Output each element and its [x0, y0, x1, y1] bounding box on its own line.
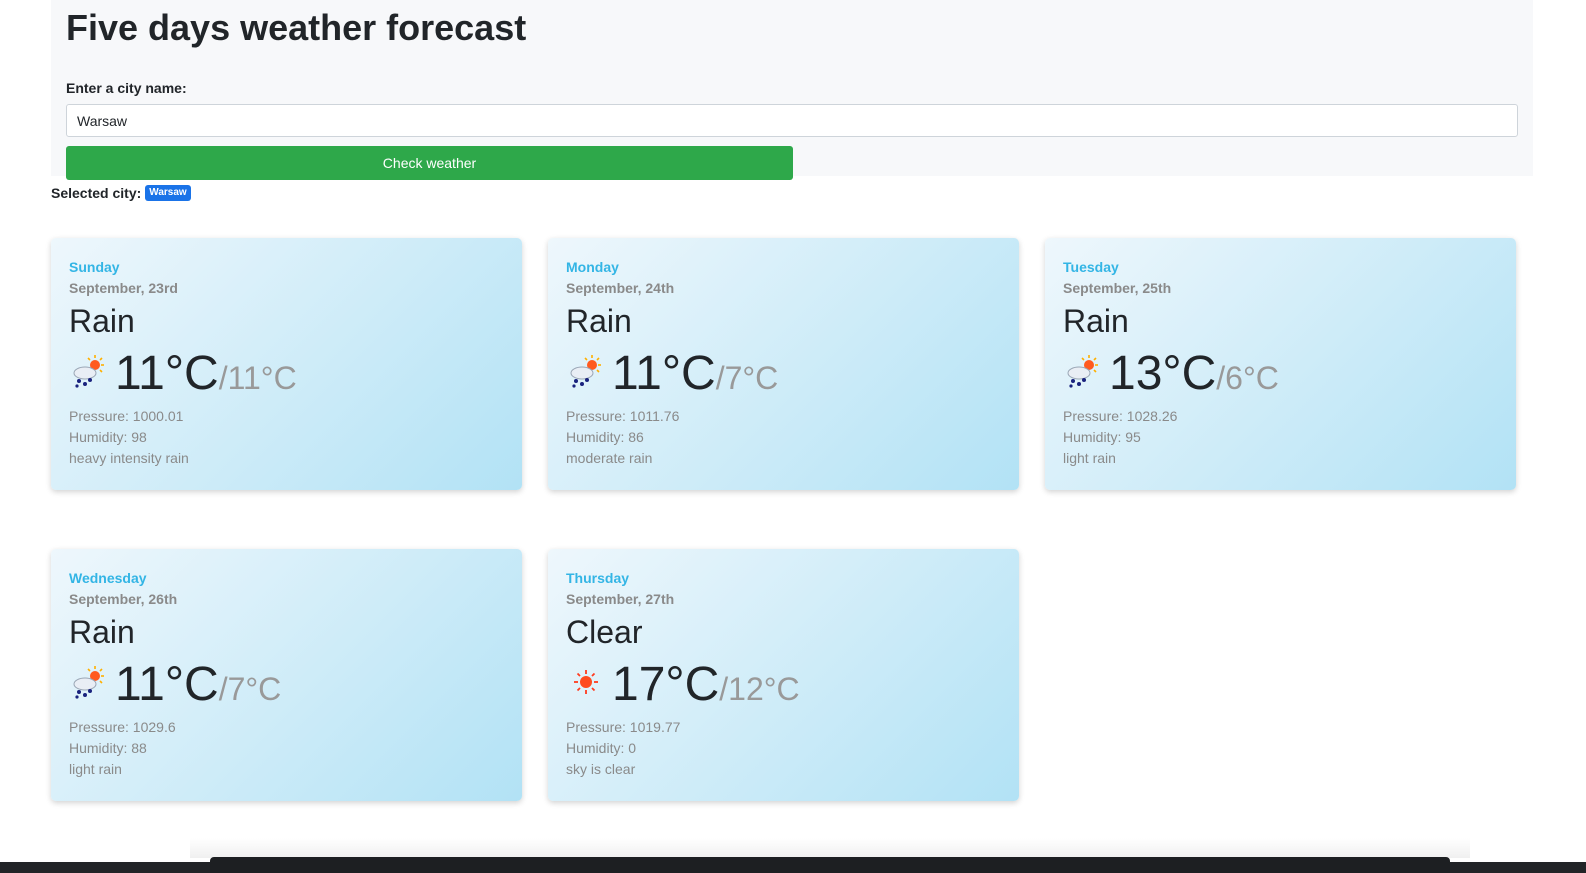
description-text: light rain	[1063, 450, 1116, 466]
selected-city-row: Selected city: Warsaw	[51, 185, 1533, 201]
forecast-date: September, 27th	[566, 591, 675, 607]
forecast-details: Pressure: 1019.77 Humidity: 0 sky is cle…	[566, 717, 1001, 780]
temp-max: 11°C	[612, 347, 716, 400]
forecast-condition: Rain	[566, 303, 632, 339]
description-text: light rain	[69, 761, 122, 777]
forecast-day: Monday	[566, 259, 619, 275]
dock-shadow	[190, 838, 1470, 858]
selected-city-badge: Warsaw	[145, 185, 191, 201]
forecast-condition: Rain	[69, 303, 135, 339]
temp-min: /7°C	[715, 360, 779, 396]
forecast-details: Pressure: 1011.76 Humidity: 86 moderate …	[566, 406, 1001, 469]
temperature-row: 11°C /7°C	[566, 347, 1001, 399]
search-panel: Five days weather forecast Enter a city …	[51, 0, 1533, 180]
pressure-text: Pressure: 1011.76	[566, 408, 680, 424]
forecast-day: Wednesday	[69, 570, 147, 586]
temp-min: /12°C	[719, 671, 800, 707]
forecast-condition: Clear	[566, 614, 643, 650]
city-input-label: Enter a city name:	[66, 80, 187, 96]
selected-city-label: Selected city:	[51, 185, 142, 201]
forecast-condition: Rain	[69, 614, 135, 650]
forecast-card: Wednesday September, 26th Rain 11°C /7°C…	[51, 549, 522, 801]
humidity-text: Humidity: 88	[69, 740, 147, 756]
forecast-condition: Rain	[1063, 303, 1129, 339]
rain-sun-icon	[73, 666, 104, 699]
check-weather-button[interactable]: Check weather	[66, 146, 793, 180]
forecast-card: Monday September, 24th Rain 11°C /7°C Pr…	[548, 238, 1019, 490]
forecast-details: Pressure: 1029.6 Humidity: 88 light rain	[69, 717, 504, 780]
forecast-card: Tuesday September, 25th Rain 13°C /6°C P…	[1045, 238, 1516, 490]
page-title: Five days weather forecast	[66, 7, 527, 48]
rain-sun-icon	[1067, 355, 1098, 388]
description-text: moderate rain	[566, 450, 653, 466]
forecast-date: September, 25th	[1063, 280, 1172, 296]
forecast-details: Pressure: 1028.26 Humidity: 95 light rai…	[1063, 406, 1498, 469]
humidity-text: Humidity: 98	[69, 429, 147, 445]
forecast-day: Tuesday	[1063, 259, 1119, 275]
pressure-text: Pressure: 1000.01	[69, 408, 184, 424]
temp-max: 11°C	[115, 347, 219, 400]
app-container: Five days weather forecast Enter a city …	[51, 0, 1533, 801]
forecast-date: September, 24th	[566, 280, 675, 296]
temp-min: /6°C	[1216, 360, 1279, 396]
humidity-text: Humidity: 0	[566, 740, 637, 756]
description-text: sky is clear	[566, 761, 636, 777]
humidity-text: Humidity: 86	[566, 429, 644, 445]
temperature-row: 17°C /12°C	[566, 658, 1001, 710]
pressure-text: Pressure: 1019.77	[566, 719, 681, 735]
forecast-day: Thursday	[566, 570, 630, 586]
forecast-details: Pressure: 1000.01 Humidity: 98 heavy int…	[69, 406, 504, 469]
temp-max: 11°C	[115, 658, 219, 711]
forecast-card: Sunday September, 23rd Rain 11°C /11°C P…	[51, 238, 522, 490]
temp-min: /11°C	[218, 360, 297, 396]
temp-min: /7°C	[218, 671, 282, 707]
temperature-row: 11°C /11°C	[69, 347, 504, 399]
temperature-row: 11°C /7°C	[69, 658, 504, 710]
description-text: heavy intensity rain	[69, 450, 189, 466]
temperature-row: 13°C /6°C	[1063, 347, 1498, 399]
humidity-text: Humidity: 95	[1063, 429, 1141, 445]
forecast-date: September, 26th	[69, 591, 178, 607]
forecast-day: Sunday	[69, 259, 120, 275]
city-input[interactable]	[66, 104, 1518, 137]
sun-icon	[574, 670, 598, 694]
forecast-card: Thursday September, 27th Clear 17°C /12°…	[548, 549, 1019, 801]
temp-max: 17°C	[612, 658, 720, 711]
temp-max: 13°C	[1109, 347, 1217, 400]
rain-sun-icon	[73, 355, 104, 388]
forecast-date: September, 23rd	[69, 280, 178, 296]
dock-bar	[210, 857, 1450, 873]
rain-sun-icon	[570, 355, 601, 388]
pressure-text: Pressure: 1028.26	[1063, 408, 1178, 424]
pressure-text: Pressure: 1029.6	[69, 719, 176, 735]
